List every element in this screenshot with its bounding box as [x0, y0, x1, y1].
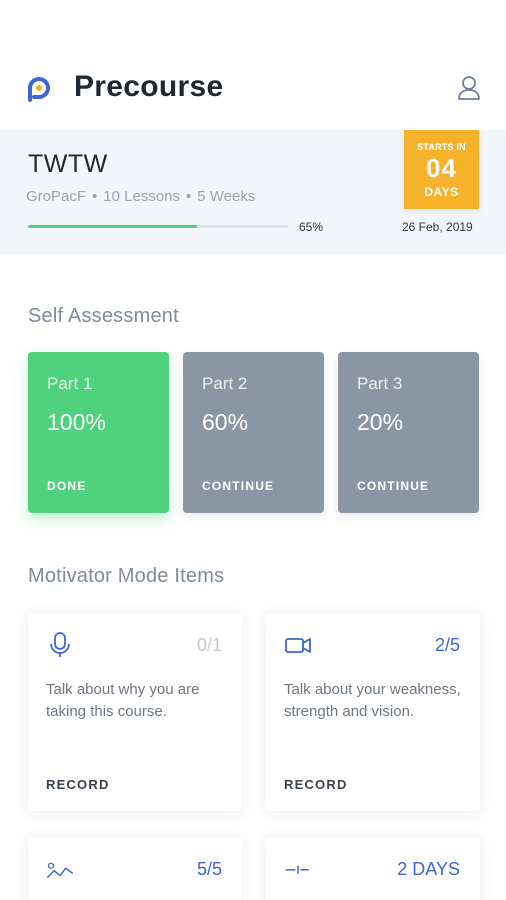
assessment-part-2[interactable]: Part 2 60% CONTINUE	[183, 352, 324, 513]
user-icon[interactable]	[456, 74, 482, 102]
starts-in-badge: STARTS IN 04 DAYS	[404, 130, 479, 209]
timeline-icon	[285, 865, 309, 874]
part-status: DONE	[47, 479, 87, 493]
self-assessment-title: Self Assessment	[28, 305, 179, 327]
assessment-part-3[interactable]: Part 3 20% CONTINUE	[338, 352, 479, 513]
continue-button[interactable]: CONTINUE	[202, 479, 274, 493]
precourse-logo-icon	[28, 77, 50, 102]
part-label: Part 1	[47, 374, 93, 393]
item-count: 5/5	[196, 859, 222, 879]
separator-dot: •	[92, 188, 98, 205]
app-header: Precourse	[0, 0, 506, 130]
badge-unit: DAYS	[424, 185, 459, 199]
course-duration: 5 Weeks	[197, 188, 256, 205]
progress-bar	[28, 225, 288, 228]
item-count: 0/1	[196, 635, 222, 655]
course-org: GroPacF	[26, 188, 87, 205]
motivator-item-card[interactable]: 2/5 Talk about your weakness, strength a…	[266, 613, 480, 811]
course-lessons: 10 Lessons	[103, 188, 181, 205]
motivator-item-card[interactable]: 0/1 Talk about why you are taking this c…	[28, 613, 242, 811]
motivator-item-card[interactable]: 2 DAYS	[266, 837, 480, 900]
progress-fill	[28, 225, 197, 228]
trend-line-icon	[46, 862, 74, 878]
course-card[interactable]: TWTW GroPacF • 10 Lessons • 5 Weeks 65% STAR…	[0, 130, 506, 254]
motivator-title: Motivator Mode Items	[28, 565, 225, 587]
app-title: Precourse	[74, 70, 224, 103]
item-description: Talk about why you are taking this cours…	[46, 681, 200, 720]
course-meta: GroPacF • 10 Lessons • 5 Weeks	[26, 188, 255, 205]
continue-button[interactable]: CONTINUE	[357, 479, 429, 493]
item-count: 2/5	[434, 635, 460, 655]
start-date: 26 Feb, 2019	[402, 220, 473, 234]
assessment-part-1[interactable]: Part 1 100% DONE	[28, 352, 169, 513]
part-score: 60%	[202, 409, 249, 435]
part-score: 20%	[357, 409, 404, 435]
part-score: 100%	[47, 409, 106, 435]
part-label: Part 3	[357, 374, 403, 393]
item-description: Talk about your weakness, strength and v…	[284, 681, 461, 720]
separator-dot: •	[186, 188, 192, 205]
progress-label: 65%	[299, 220, 324, 234]
part-label: Part 2	[202, 374, 248, 393]
record-button[interactable]: RECORD	[284, 777, 348, 792]
badge-label: STARTS IN	[417, 142, 466, 152]
course-name: TWTW	[28, 150, 108, 178]
video-camera-icon	[285, 638, 311, 653]
item-count: 2 DAYS	[397, 859, 460, 879]
microphone-icon	[50, 632, 70, 657]
record-button[interactable]: RECORD	[46, 777, 110, 792]
badge-number: 04	[426, 153, 457, 183]
motivator-item-card[interactable]: 5/5	[28, 837, 242, 900]
